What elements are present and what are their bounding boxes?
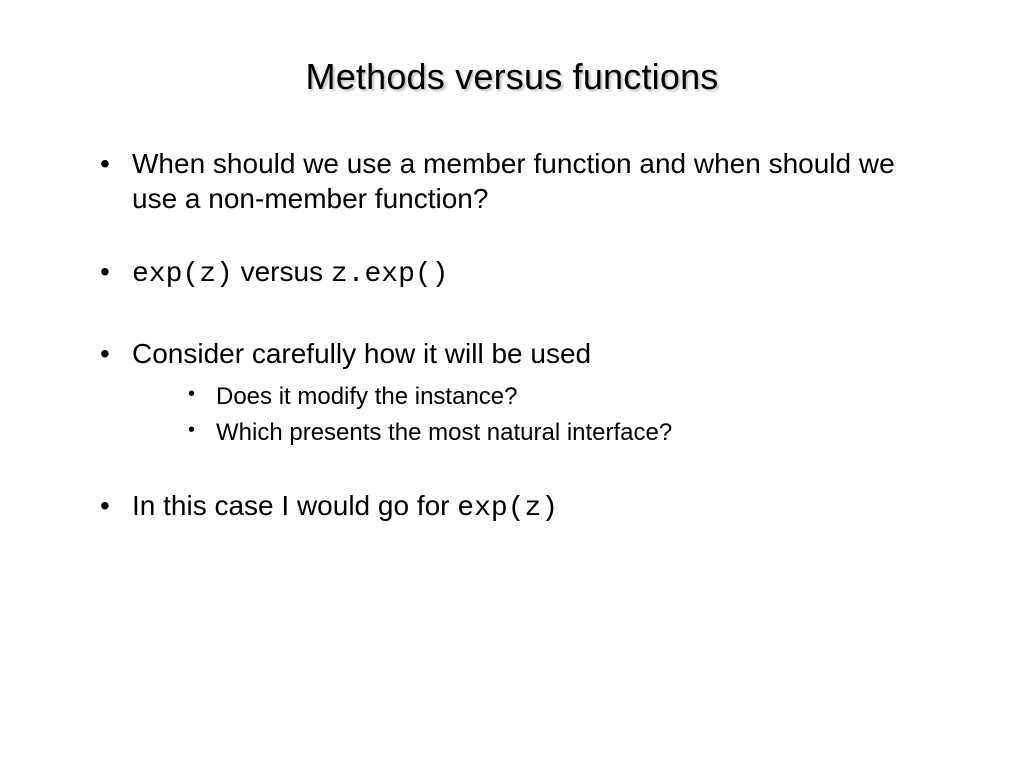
bullet-4: In this case I would go for exp(z) [100, 488, 944, 526]
slide-title: Methods versus functions [80, 56, 944, 98]
bullet-2-code-a: exp(z) [132, 259, 233, 290]
bullet-list: When should we use a member function and… [80, 146, 944, 526]
bullet-1: When should we use a member function and… [100, 146, 944, 216]
bullet-3-sub-1: Does it modify the instance? [188, 381, 944, 413]
bullet-3-sub-2: Which presents the most natural interfac… [188, 417, 944, 449]
bullet-3-sublist: Does it modify the instance? Which prese… [132, 381, 944, 450]
bullet-3: Consider carefully how it will be used D… [100, 336, 944, 450]
bullet-3-sub-2-text: Which presents the most natural interfac… [216, 419, 672, 446]
bullet-4-code: exp(z) [457, 493, 558, 524]
bullet-2-code-b: z.exp() [331, 259, 449, 290]
slide: Methods versus functions When should we … [0, 0, 1024, 768]
bullet-2-versus: versus [233, 256, 331, 287]
bullet-2: exp(z) versus z.exp() [100, 254, 944, 292]
bullet-4-pre: In this case I would go for [132, 490, 457, 521]
bullet-3-sub-1-text: Does it modify the instance? [216, 383, 518, 410]
bullet-3-text: Consider carefully how it will be used [132, 338, 591, 369]
bullet-1-text: When should we use a member function and… [132, 148, 895, 214]
